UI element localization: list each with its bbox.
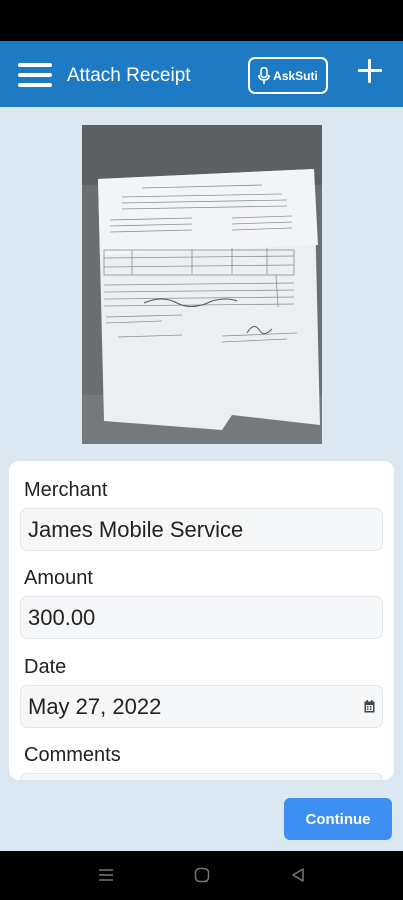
plus-icon[interactable] xyxy=(355,56,385,86)
ask-suti-button[interactable]: AskSuti xyxy=(248,57,328,94)
comments-label: Comments xyxy=(24,744,121,766)
date-value: May 27, 2022 xyxy=(28,693,162,719)
comments-field[interactable] xyxy=(20,773,383,780)
amount-field[interactable]: 300.00 xyxy=(20,596,383,639)
calendar-icon[interactable] xyxy=(364,700,375,713)
microphone-icon xyxy=(258,66,270,84)
menu-icon[interactable] xyxy=(18,63,52,87)
merchant-field[interactable]: James Mobile Service xyxy=(20,508,383,551)
continue-button[interactable]: Continue xyxy=(284,798,392,840)
receipt-image[interactable] xyxy=(82,125,322,444)
ask-suti-label: AskSuti xyxy=(273,68,318,83)
merchant-label: Merchant xyxy=(24,479,108,501)
recents-icon[interactable] xyxy=(98,867,114,883)
date-label: Date xyxy=(24,656,67,678)
app-bar: Attach Receipt AskSuti xyxy=(0,41,403,107)
back-icon[interactable] xyxy=(290,867,306,883)
system-nav-bar xyxy=(0,851,403,900)
receipt-form: Merchant James Mobile Service Amount 300… xyxy=(9,461,394,780)
status-bar xyxy=(0,0,403,41)
amount-label: Amount xyxy=(24,567,93,589)
page-title: Attach Receipt xyxy=(67,65,191,86)
date-field[interactable]: May 27, 2022 xyxy=(20,685,383,728)
home-icon[interactable] xyxy=(194,867,210,883)
